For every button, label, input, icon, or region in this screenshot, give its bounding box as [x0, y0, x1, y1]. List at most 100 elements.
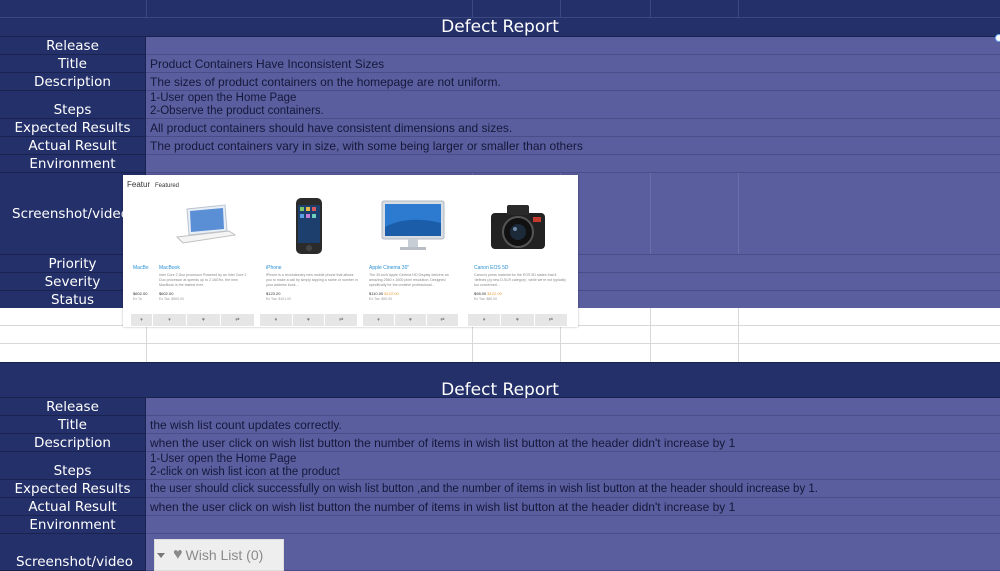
add-to-cart-button[interactable]: ▾ — [468, 314, 502, 326]
r2-description-label: Description — [0, 434, 146, 452]
product-desc: Intel Core 2 Duo processor Powered by an… — [159, 273, 247, 287]
r1-actual-row: Actual Result The product containers var… — [0, 137, 1000, 155]
product-card-iphone: iPhone iPhone is a revolutionary new mob… — [260, 193, 359, 327]
r1-release-label: Release — [0, 37, 146, 55]
product-name[interactable]: iPhone — [266, 265, 282, 271]
product-price: $98.00 $122.00 — [474, 291, 502, 296]
r2-environment-row: Environment — [0, 516, 1000, 534]
r2-screenshot-row: Screenshot/video — [0, 534, 1000, 571]
r1-title-value[interactable]: Product Containers Have Inconsistent Siz… — [146, 55, 1000, 73]
r2-actual-row: Actual Result when the user click on wis… — [0, 498, 1000, 516]
phone-icon — [296, 198, 322, 254]
r2-steps-label: Steps — [0, 452, 146, 480]
r1-release-row: Release — [0, 37, 1000, 55]
selection-handle[interactable] — [995, 34, 1000, 42]
partial-product-price: $602.00 — [133, 291, 148, 296]
r2-expected-row: Expected Results the user should click s… — [0, 480, 1000, 498]
r2-steps-value[interactable]: 1-User open the Home Page 2-click on wis… — [146, 452, 1000, 480]
add-to-cart-button[interactable]: ▾ — [260, 314, 293, 326]
r1-title-label: Title — [0, 55, 146, 73]
compare-button[interactable]: ⇄ — [221, 314, 255, 326]
r2-title-value[interactable]: the wish list count updates correctly. — [146, 416, 1000, 434]
r2-description-row: Description when the user click on wish … — [0, 434, 1000, 452]
wish-list-button[interactable]: ♥ — [293, 314, 326, 326]
laptop-icon — [175, 204, 237, 244]
compare-button[interactable]: ⇄ — [535, 314, 568, 326]
r1-steps-value[interactable]: 1-User open the Home Page 2-Observe the … — [146, 91, 1000, 119]
product-tax: Ex Tax: $80.00 — [474, 297, 498, 301]
product-price: $110.00 $122.00 — [369, 291, 399, 296]
r1-actual-label: Actual Result — [0, 137, 146, 155]
product-tax: Ex Tax: $101.00 — [266, 297, 292, 301]
r2-title-label: Title — [0, 416, 146, 434]
embedded-screenshot: Featur Featured MacBo $602.00 Ex Ta ▾ Ma… — [123, 175, 578, 327]
product-tax: Ex Tax: $90.00 — [369, 297, 393, 301]
product-card-canon: Canon EOS 5D Canon's press material for … — [468, 193, 568, 327]
product-price: $123.20 — [266, 291, 281, 296]
r2-actual-value[interactable]: when the user click on wish list button … — [146, 498, 1000, 516]
r2-step-1: 1-User open the Home Page — [150, 452, 297, 465]
r1-environment-value[interactable] — [146, 155, 1000, 173]
r2-expected-label: Expected Results — [0, 480, 146, 498]
partial-product-card: MacBo $602.00 Ex Ta ▾ — [131, 193, 153, 327]
r1-step-2: 2-Observe the product containers. — [150, 104, 324, 117]
wish-list-label: Wish List (0) — [185, 547, 264, 563]
r2-release-row: Release — [0, 398, 1000, 416]
r1-expected-value[interactable]: All product containers should have consi… — [146, 119, 1000, 137]
r1-expected-label: Expected Results — [0, 119, 146, 137]
product-card-apple-cinema: Apple Cinema 30" The 30-inch Apple Cinem… — [363, 193, 463, 327]
r1-description-value[interactable]: The sizes of product containers on the h… — [146, 73, 1000, 91]
r1-description-row: Description The sizes of product contain… — [0, 73, 1000, 91]
report1-title: Defect Report — [441, 17, 559, 37]
product-card-macbook: MacBook Intel Core 2 Duo processor Power… — [153, 193, 255, 327]
product-desc: The 30-inch Apple Cinema HD Display deli… — [369, 273, 449, 287]
wish-list-button[interactable]: ♥ — [187, 314, 221, 326]
r1-title-row: Title Product Containers Have Inconsiste… — [0, 55, 1000, 73]
featured-heading-back: Featur — [127, 180, 151, 189]
product-name[interactable]: Canon EOS 5D — [474, 265, 508, 271]
report2-header: Defect Report — [0, 362, 1000, 400]
r1-expected-row: Expected Results All product containers … — [0, 119, 1000, 137]
r2-steps-row: Steps 1-User open the Home Page 2-click … — [0, 452, 1000, 480]
r1-description-label: Description — [0, 73, 146, 91]
r2-environment-value[interactable] — [146, 516, 1000, 534]
compare-button[interactable]: ⇄ — [427, 314, 459, 326]
r2-description-value[interactable]: when the user click on wish list button … — [146, 434, 1000, 452]
product-tax: Ex Tax: $500.00 — [159, 297, 185, 301]
top-strip — [0, 0, 1000, 18]
product-desc: iPhone is a revolutionary new mobile pho… — [266, 273, 358, 287]
r1-environment-row: Environment — [0, 155, 1000, 173]
product-desc: Canon's press material for the EOS 5D st… — [474, 273, 566, 287]
r2-step-2: 2-click on wish list icon at the product — [150, 465, 340, 478]
wish-list-screenshot: ♥ Wish List (0) — [154, 539, 284, 571]
product-price: $602.00 — [159, 291, 174, 296]
wish-list-button[interactable]: ♥ — [501, 314, 535, 326]
r1-steps-row: Steps 1-User open the Home Page 2-Observ… — [0, 91, 1000, 119]
add-to-cart-button[interactable]: ▾ — [363, 314, 395, 326]
r1-environment-label: Environment — [0, 155, 146, 173]
caret-down-icon — [157, 552, 165, 558]
wish-list-button[interactable]: ♥ — [395, 314, 427, 326]
report2-title: Defect Report — [441, 380, 559, 400]
partial-product-name: MacBo — [133, 265, 149, 271]
product-name[interactable]: MacBook — [159, 265, 180, 271]
featured-heading: Featured — [155, 183, 180, 189]
monitor-icon — [381, 200, 445, 250]
r2-release-value[interactable] — [146, 398, 1000, 416]
product-name[interactable]: Apple Cinema 30" — [369, 265, 409, 271]
report1-header: Defect Report — [0, 18, 1000, 37]
r1-release-value[interactable] — [146, 37, 1000, 55]
partial-product-tax: Ex Ta — [133, 297, 142, 301]
compare-button[interactable]: ⇄ — [325, 314, 359, 326]
camera-icon — [491, 205, 545, 249]
r1-step-1: 1-User open the Home Page — [150, 91, 297, 104]
r2-release-label: Release — [0, 398, 146, 416]
r2-expected-value[interactable]: the user should click successfully on wi… — [146, 480, 1000, 498]
r2-title-row: Title the wish list count updates correc… — [0, 416, 1000, 434]
heart-icon: ♥ — [173, 546, 183, 563]
r2-screenshot-label: Screenshot/video — [0, 534, 146, 571]
r1-steps-label: Steps — [0, 91, 146, 119]
r2-environment-label: Environment — [0, 516, 146, 534]
add-to-cart-button[interactable]: ▾ — [153, 314, 187, 326]
r1-actual-value[interactable]: The product containers vary in size, wit… — [146, 137, 1000, 155]
